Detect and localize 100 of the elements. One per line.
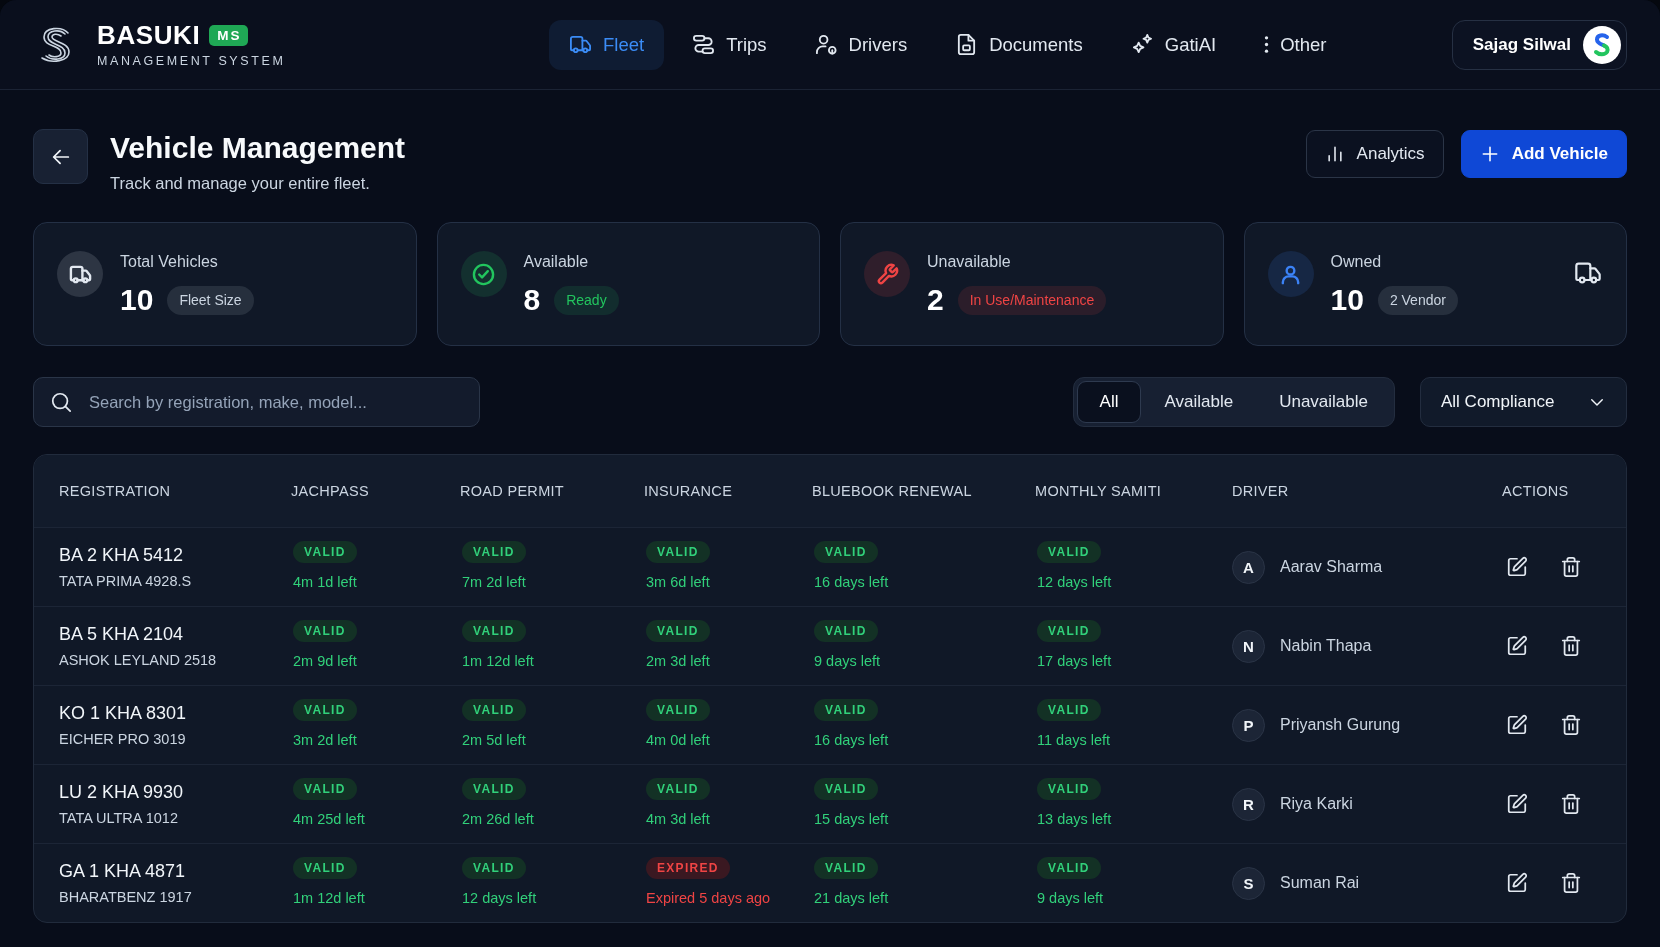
brand-badge: MS (209, 24, 248, 46)
validity-badge: VALID (1037, 541, 1101, 563)
trash-icon (1560, 872, 1582, 894)
stat-tag: 2 Vendor (1377, 285, 1458, 315)
compliance-dropdown[interactable]: All Compliance (1420, 377, 1627, 427)
nav-tab[interactable]: Other (1244, 19, 1347, 70)
trash-icon (1560, 635, 1582, 657)
validity-note: 12 days left (1037, 573, 1112, 592)
validity-badge: VALID (814, 778, 878, 800)
filter-tab[interactable]: Unavailable (1256, 381, 1391, 423)
truck-icon (57, 251, 103, 297)
trash-icon (1560, 556, 1582, 578)
trash-icon (1560, 793, 1582, 815)
edit-icon (1506, 556, 1528, 578)
validity-note: 7m 2d left (462, 573, 526, 592)
stat-value: 10 (1330, 282, 1364, 318)
validity-note: 9 days left (1037, 889, 1104, 908)
stat-label: Available (523, 252, 590, 272)
validity-badge: VALID (646, 778, 710, 800)
vehicle-model: TATA PRIMA 4928.S (59, 571, 192, 591)
filter-tab[interactable]: All (1076, 381, 1142, 423)
validity-note: 4m 1d left (293, 573, 357, 592)
edit-icon (1506, 635, 1528, 657)
stat-value: 8 (523, 282, 541, 318)
stat-label: Unavailable (927, 252, 1012, 272)
vehicle-model: EICHER PRO 3019 (59, 729, 186, 749)
column-header: ROAD PERMIT (460, 483, 564, 499)
validity-note: 2m 9d left (293, 652, 357, 671)
validity-note: 9 days left (814, 652, 881, 671)
page-subtitle: Track and manage your entire fleet. (110, 173, 370, 194)
driver-name: Nabin Thapa (1280, 637, 1372, 655)
validity-note: 2m 3d left (646, 652, 710, 671)
validity-badge: VALID (293, 857, 357, 879)
validity-note: 4m 0d left (646, 731, 710, 750)
validity-note: 3m 2d left (293, 731, 357, 750)
stat-tag: In Use/Maintenance (957, 285, 1107, 315)
trash-icon (1560, 714, 1582, 736)
validity-badge: VALID (1037, 699, 1101, 721)
validity-note: 17 days left (1037, 652, 1112, 671)
stat-value: 2 (927, 282, 944, 318)
column-header: BLUEBOOK RENEWAL (812, 483, 972, 499)
driver-avatar: A (1232, 550, 1265, 584)
validity-note: 16 days left (814, 731, 889, 750)
validity-badge: EXPIRED (646, 857, 730, 879)
analytics-button[interactable]: Analytics (1305, 130, 1444, 178)
check-circle-icon (460, 251, 507, 297)
validity-note: 21 days left (814, 889, 889, 908)
validity-badge: VALID (462, 620, 526, 642)
registration-number: KO 1 KHA 8301 (59, 701, 187, 725)
validity-badge: VALID (1037, 620, 1101, 642)
wrench-icon (864, 251, 910, 297)
back-button[interactable] (33, 129, 88, 184)
user-icon (814, 33, 838, 56)
search-icon (50, 391, 72, 413)
user-menu-button[interactable]: Sajag Silwal (1451, 19, 1627, 70)
vehicle-model: TATA ULTRA 1012 (59, 808, 178, 828)
brand-name: BASUKI (97, 20, 201, 50)
validity-note: 1m 12d left (293, 889, 365, 908)
vehicle-model: ASHOK LEYLAND 2518 (59, 650, 217, 670)
validity-badge: VALID (462, 857, 526, 879)
driver-name: Suman Rai (1280, 874, 1360, 892)
validity-badge: VALID (293, 699, 357, 721)
driver-avatar: N (1232, 629, 1265, 663)
stat-value: 10 (120, 282, 154, 318)
validity-badge: VALID (814, 857, 878, 879)
edit-icon (1506, 872, 1528, 894)
validity-note: 4m 3d left (646, 810, 710, 829)
validity-badge: VALID (462, 778, 526, 800)
user-icon (1267, 251, 1314, 297)
more-icon (1264, 35, 1270, 54)
registration-number: GA 1 KHA 4871 (59, 859, 186, 883)
nav-tab[interactable]: Fleet (549, 19, 665, 70)
validity-badge: VALID (646, 620, 710, 642)
column-header: JACHPASS (291, 483, 369, 499)
stat-tag: Ready (554, 285, 619, 315)
registration-number: BA 2 KHA 5412 (59, 543, 184, 567)
truck-icon (569, 33, 592, 56)
brand-tagline: MANAGEMENT SYSTEM (97, 53, 286, 69)
add-button[interactable]: Add Vehicle (1460, 130, 1627, 178)
stat-tag: Fleet Size (167, 285, 254, 315)
search-field[interactable]: Search by registration, make, model... (33, 377, 480, 427)
avatar-logo-icon (1583, 25, 1621, 64)
nav-tab[interactable]: GatiAI (1110, 19, 1237, 70)
nav-tab[interactable]: Documents (935, 19, 1103, 70)
driver-avatar: R (1232, 787, 1265, 821)
validity-note: Expired 5 days ago (646, 889, 771, 908)
validity-badge: VALID (1037, 857, 1101, 879)
validity-badge: VALID (646, 699, 710, 721)
driver-name: Priyansh Gurung (1280, 716, 1401, 734)
validity-badge: VALID (462, 699, 526, 721)
filter-tab[interactable]: Available (1141, 381, 1257, 423)
nav-tab[interactable]: Trips (672, 19, 787, 70)
stat-label: Total Vehicles (120, 252, 219, 272)
vehicle-model: BHARATBENZ 1917 (59, 887, 192, 907)
validity-badge: VALID (293, 620, 357, 642)
nav-tab[interactable]: Drivers (794, 19, 928, 70)
edit-icon (1506, 793, 1528, 815)
column-header: MONTHLY SAMITI (1035, 483, 1162, 499)
validity-note: 1m 12d left (462, 652, 534, 671)
column-header: INSURANCE (644, 483, 733, 499)
